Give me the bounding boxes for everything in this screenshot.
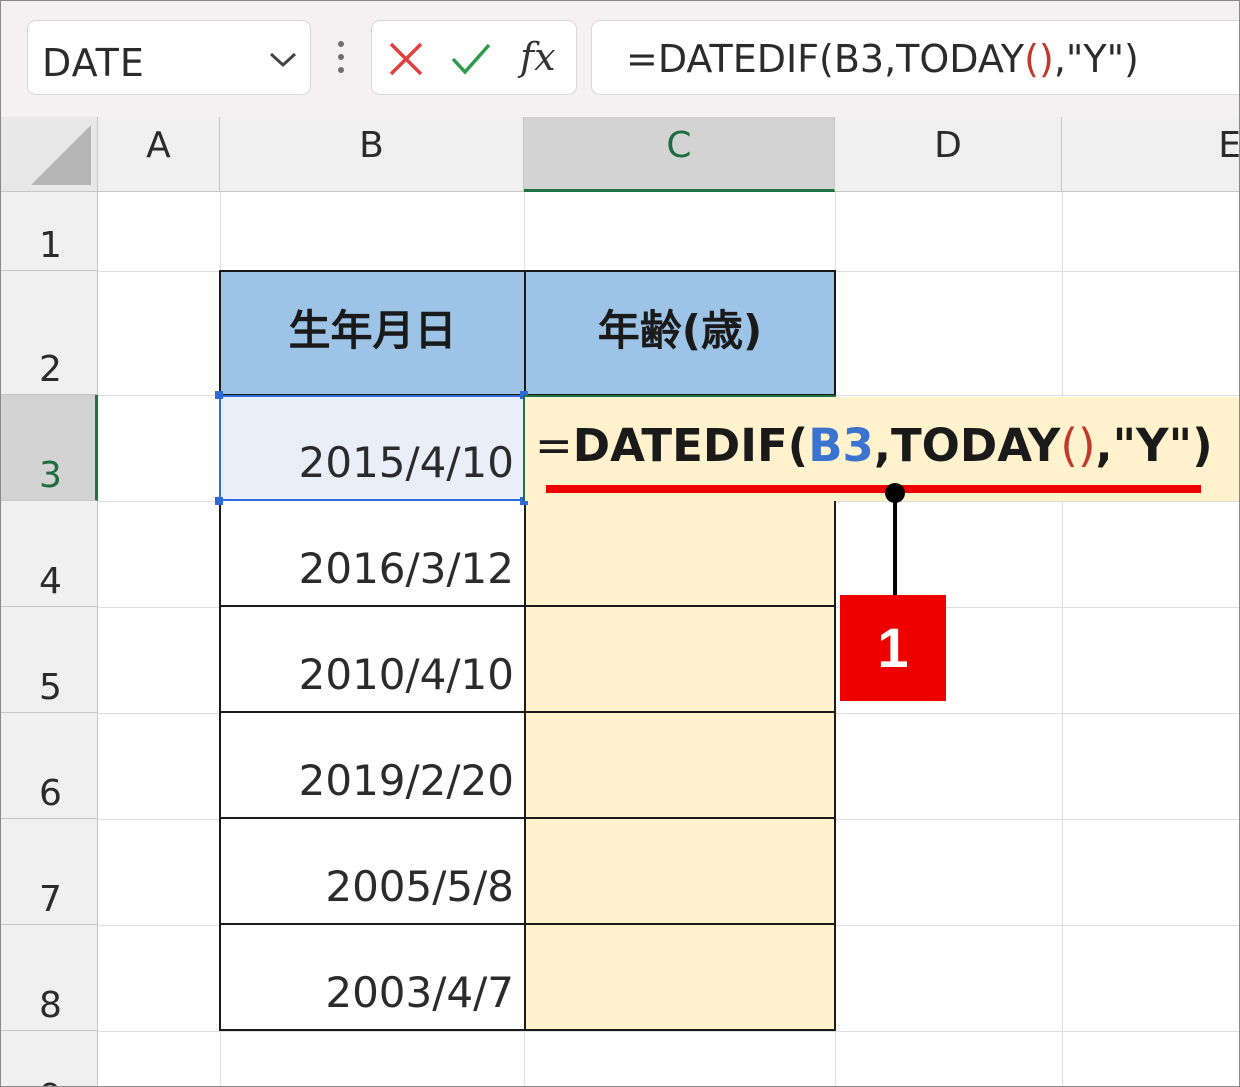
formula-buttons: fx (371, 20, 577, 95)
cell-b7[interactable]: 2005/5/8 (219, 819, 525, 925)
cell-value: 2016/3/12 (298, 544, 514, 593)
header-birthdate[interactable]: 生年月日 (219, 270, 526, 396)
editor-equals: = (535, 419, 573, 472)
cell-b6[interactable]: 2019/2/20 (219, 713, 525, 819)
column-header-e-label: E (1218, 125, 1240, 166)
row-number: 4 (39, 561, 62, 602)
row-header-3[interactable]: 3 (1, 395, 98, 501)
formula-part: ,"Y") (1053, 37, 1139, 81)
cell-value: 2003/4/7 (325, 968, 514, 1017)
editor-paren: () (1060, 419, 1096, 472)
editor-reference: B3 (808, 419, 874, 472)
resize-handle[interactable] (215, 391, 223, 399)
row-number: 3 (39, 455, 62, 496)
row-number: 2 (39, 349, 62, 390)
column-header-a[interactable]: A (98, 117, 220, 192)
annotation-underline (546, 485, 1201, 493)
row-number: 6 (39, 773, 62, 814)
cell-editor-text: =DATEDIF(B3,TODAY(),"Y") (535, 419, 1213, 472)
cell-b3[interactable]: 2015/4/10 (219, 395, 525, 501)
annotation-leader-line (893, 495, 897, 595)
gridline (98, 1031, 1239, 1032)
column-header-e[interactable]: E (1062, 117, 1240, 192)
row-number: 9 (39, 1077, 62, 1086)
spreadsheet-window: DATE fx =DATEDIF(B3,TODAY(),"Y") A B C D… (0, 0, 1240, 1087)
gridline (1062, 192, 1063, 1086)
row-header-4[interactable]: 4 (1, 501, 98, 607)
name-box-value: DATE (42, 41, 145, 85)
cell-c7[interactable] (524, 819, 836, 925)
editor-mid: ,TODAY (873, 419, 1061, 472)
formula-part-paren: () (1024, 37, 1054, 81)
cell-c6[interactable] (524, 713, 836, 819)
formula-bar-grip[interactable] (337, 41, 345, 77)
cell-value: 2015/4/10 (298, 438, 514, 487)
cell-b8[interactable]: 2003/4/7 (219, 925, 525, 1031)
formula-part: =DATEDIF(B3,TODAY (626, 37, 1025, 81)
resize-handle[interactable] (215, 497, 223, 505)
name-box[interactable]: DATE (27, 20, 311, 95)
cell-c5[interactable] (524, 607, 836, 713)
row-header-9[interactable]: 9 (1, 1031, 98, 1086)
row-number: 7 (39, 879, 62, 920)
row-number: 5 (39, 667, 62, 708)
formula-bar: DATE fx =DATEDIF(B3,TODAY(),"Y") (1, 1, 1239, 117)
cell-value: 2005/5/8 (325, 862, 514, 911)
cell-value: 2019/2/20 (298, 756, 514, 805)
cell-b4[interactable]: 2016/3/12 (219, 501, 525, 607)
select-all-button[interactable] (1, 117, 98, 192)
column-header-b[interactable]: B (220, 117, 524, 192)
table-divider (524, 501, 526, 1031)
cell-value: 2010/4/10 (298, 650, 514, 699)
cancel-icon[interactable] (388, 41, 424, 77)
row-header-7[interactable]: 7 (1, 819, 98, 925)
chevron-down-icon[interactable] (268, 49, 298, 69)
formula-input[interactable]: =DATEDIF(B3,TODAY(),"Y") (591, 20, 1239, 95)
row-number: 1 (39, 225, 62, 266)
fx-icon[interactable]: fx (520, 35, 556, 79)
row-header-1[interactable]: 1 (1, 192, 98, 271)
editor-function: DATEDIF( (572, 419, 809, 472)
annotation-dot (885, 483, 905, 503)
formula-text: =DATEDIF(B3,TODAY(),"Y") (626, 37, 1139, 81)
cell-c4[interactable] (524, 501, 836, 607)
row-header-6[interactable]: 6 (1, 713, 98, 819)
check-icon[interactable] (450, 41, 492, 77)
row-header-5[interactable]: 5 (1, 607, 98, 713)
column-header-c[interactable]: C (524, 117, 835, 192)
header-age[interactable]: 年齢(歳) (524, 270, 836, 396)
row-header-2[interactable]: 2 (1, 271, 98, 395)
cell-c8[interactable] (524, 925, 836, 1031)
column-header-d[interactable]: D (835, 117, 1062, 192)
row-number: 8 (39, 985, 62, 1026)
select-all-icon (31, 125, 91, 185)
step-badge: 1 (840, 595, 946, 701)
cell-b5[interactable]: 2010/4/10 (219, 607, 525, 713)
editor-tail: ,"Y") (1095, 419, 1213, 472)
row-header-8[interactable]: 8 (1, 925, 98, 1031)
worksheet-grid: A B C D E 1 2 3 4 5 6 7 8 9 生年月日 年齢(歳) 2… (1, 117, 1240, 1086)
